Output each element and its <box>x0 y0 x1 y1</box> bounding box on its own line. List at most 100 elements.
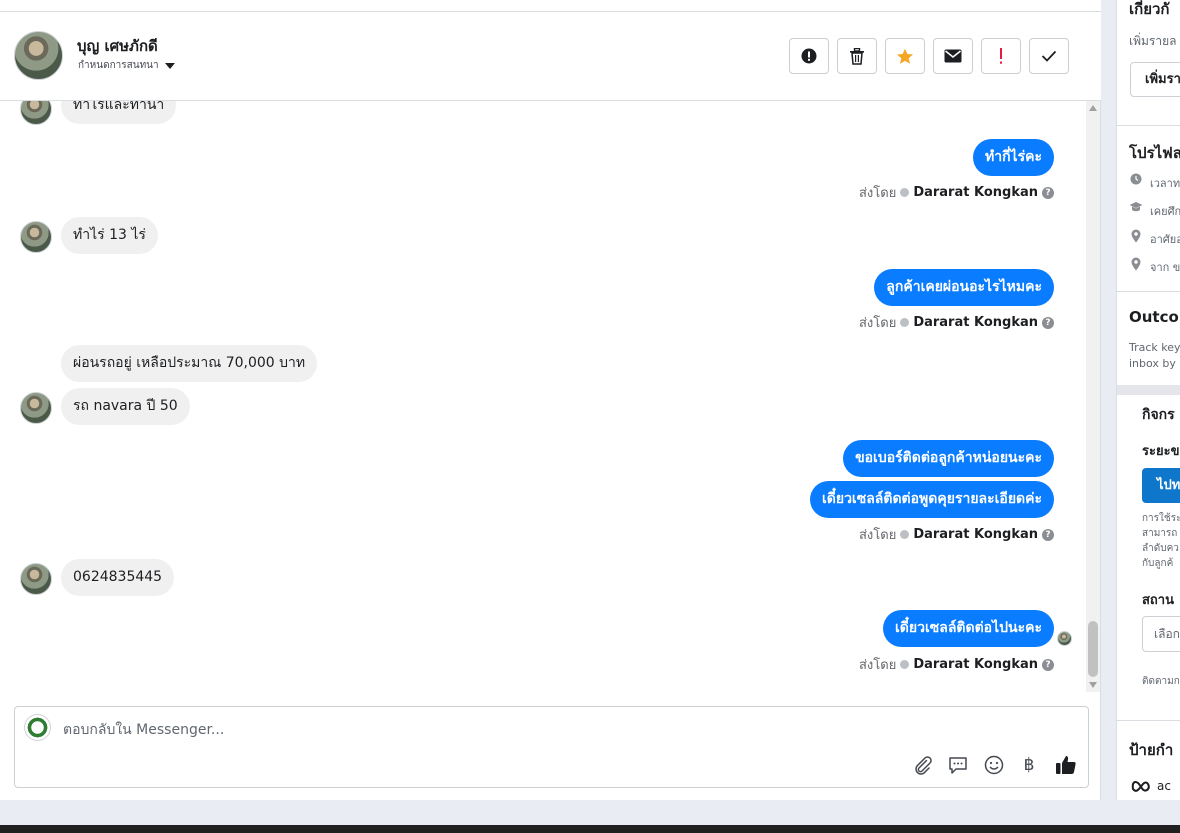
profile-item-text: เคยศึก <box>1150 205 1180 218</box>
message-bubble-outgoing: ทำกี่ไร่คะ <box>972 139 1054 176</box>
star-button[interactable] <box>885 38 925 74</box>
message-bubble-outgoing: ลูกค้าเคยผ่อนอะไรไหมคะ <box>874 269 1054 306</box>
exclamation-icon <box>1000 48 1002 64</box>
section-divider <box>1117 720 1180 721</box>
sent-by-agent: Dararat Kongkan <box>913 527 1038 542</box>
profile-item-text: อาศัยอ <box>1150 233 1180 246</box>
section-divider <box>1117 291 1180 292</box>
mark-unread-button[interactable] <box>933 38 973 74</box>
page-dot-icon <box>900 530 910 539</box>
scroll-thumb[interactable] <box>1088 621 1098 677</box>
activity-title: กิจกร <box>1142 407 1175 423</box>
add-details-button[interactable]: เพิ่มรา <box>1130 62 1180 97</box>
contact-avatar[interactable] <box>14 31 63 80</box>
about-title: เกี่ยวกั <box>1129 0 1170 18</box>
page-dot-icon <box>900 660 910 669</box>
page-dot-icon <box>900 188 910 197</box>
section-gap <box>1117 385 1180 395</box>
meta-logo-icon <box>1131 780 1150 792</box>
message-thread[interactable]: ทำไรและทำนา ทำกี่ไร่คะ ส่งโดย Dararat Ko… <box>0 101 1086 692</box>
sent-by-prefix: ส่งโดย <box>858 186 897 201</box>
star-icon <box>897 48 913 64</box>
profile-item-text: เวลาท <box>1150 177 1180 190</box>
clock-icon <box>1130 173 1142 185</box>
profile-title: โปรไฟล <box>1129 144 1180 162</box>
sent-by-prefix: ส่งโดย <box>858 658 897 673</box>
sent-by-label: ส่งโดย Dararat Kongkan ? <box>859 182 1054 203</box>
message-composer: ฿ <box>14 706 1089 788</box>
scroll-up-arrow-icon[interactable] <box>1089 105 1097 111</box>
about-subtitle: เพิ่มรายล <box>1129 34 1177 48</box>
stage-desc-line: กับลูกค้ <box>1142 558 1174 569</box>
sent-by-agent: Dararat Kongkan <box>913 185 1038 200</box>
profile-item-text: จาก ข <box>1150 261 1180 274</box>
page-dot-icon <box>900 318 910 327</box>
question-icon[interactable]: ? <box>1042 658 1054 671</box>
sent-by-label: ส่งโดย Dararat Kongkan ? <box>859 312 1054 333</box>
sent-by-label: ส่งโดย Dararat Kongkan ? <box>859 654 1054 675</box>
meta-tag-text: ac <box>1157 779 1171 793</box>
check-icon <box>1041 50 1057 62</box>
chat-bubble-icon[interactable] <box>946 753 970 777</box>
meta-tag[interactable]: ac <box>1131 779 1171 793</box>
message-bubble-outgoing: เดี๋ยวเซลล์ติดต่อไปนะคะ <box>883 610 1054 647</box>
contact-avatar-small <box>20 221 52 253</box>
sent-by-agent: Dararat Kongkan <box>913 657 1038 672</box>
contact-avatar-small <box>20 392 52 424</box>
labels-title: ป้ายกำ <box>1129 741 1174 759</box>
top-divider <box>0 0 1101 12</box>
message-scrollbar[interactable] <box>1086 101 1100 692</box>
sent-by-prefix: ส่งโดย <box>858 528 897 543</box>
conversation-panel: บุญ เศษภักดี กำหนดการสนทนา ทำไรและทำนา ท… <box>0 0 1101 800</box>
message-bubble-incoming: รถ navara ปี 50 <box>61 388 190 425</box>
location-pin-icon <box>1131 229 1141 243</box>
alert-circle-icon <box>801 48 817 64</box>
section-divider <box>1117 125 1180 126</box>
paperclip-icon[interactable] <box>911 753 935 777</box>
message-bubble-incoming: ทำไรและทำนา <box>61 101 177 124</box>
outcome-title: Outcon <box>1129 308 1180 326</box>
stage-desc-line: ลำดับคว <box>1142 543 1179 554</box>
contact-name[interactable]: บุญ เศษภักดี <box>77 34 158 58</box>
contact-avatar-small <box>20 563 52 595</box>
assign-conversation-dropdown[interactable]: กำหนดการสนทนา <box>78 58 175 73</box>
page-avatar <box>24 714 51 741</box>
go-stage-button[interactable]: ไปท <box>1142 468 1180 503</box>
delete-button[interactable] <box>837 38 877 74</box>
envelope-icon <box>944 49 962 63</box>
question-icon[interactable]: ? <box>1042 528 1054 541</box>
assign-label: กำหนดการสนทนา <box>78 60 159 71</box>
baht-icon[interactable]: ฿ <box>1017 753 1041 777</box>
mark-spam-button[interactable] <box>789 38 829 74</box>
status-label: สถาน <box>1142 593 1174 608</box>
outcome-desc-line: Track key <box>1129 341 1180 354</box>
sent-by-label: ส่งโดย Dararat Kongkan ? <box>859 524 1054 545</box>
question-icon[interactable]: ? <box>1042 186 1054 199</box>
thumbs-up-icon[interactable] <box>1054 753 1078 777</box>
emoji-icon[interactable] <box>982 753 1006 777</box>
stage-label: ระยะข <box>1142 444 1180 459</box>
reply-input[interactable] <box>63 720 863 740</box>
outcome-desc-line: inbox by <box>1129 357 1176 370</box>
contact-avatar-small <box>20 101 52 125</box>
location-pin-icon <box>1131 257 1141 271</box>
question-icon[interactable]: ? <box>1042 316 1054 329</box>
graduation-cap-icon <box>1129 202 1143 212</box>
status-select[interactable]: เลือก <box>1142 616 1180 652</box>
sent-by-agent: Dararat Kongkan <box>913 315 1038 330</box>
message-bubble-incoming: 0624835445 <box>61 559 175 596</box>
follow-text: ติดตามก <box>1142 676 1180 687</box>
message-bubble-incoming: ทำไร่ 13 ไร่ <box>61 217 158 254</box>
scroll-down-arrow-icon[interactable] <box>1089 682 1097 688</box>
seen-avatar <box>1057 631 1072 646</box>
message-bubble-incoming: ผ่อนรถอยู่ เหลือประมาณ 70,000 บาท <box>61 345 318 382</box>
os-taskbar <box>0 825 1180 833</box>
contact-details-panel: เกี่ยวกั เพิ่มรายล เพิ่มรา โปรไฟล เวลาท … <box>1116 0 1180 800</box>
conversation-header: บุญ เศษภักดี กำหนดการสนทนา <box>0 12 1101 101</box>
sent-by-prefix: ส่งโดย <box>858 316 897 331</box>
message-bubble-outgoing: ขอเบอร์ติดต่อลูกค้าหน่อยนะคะ <box>843 440 1054 477</box>
stage-desc-line: การใช้ระ <box>1142 513 1180 524</box>
message-bubble-outgoing: เดี๋ยวเซลล์ติดต่อพูดคุยรายละเอียดค่ะ <box>809 481 1054 518</box>
follow-up-button[interactable] <box>981 38 1021 74</box>
mark-done-button[interactable] <box>1029 38 1069 74</box>
